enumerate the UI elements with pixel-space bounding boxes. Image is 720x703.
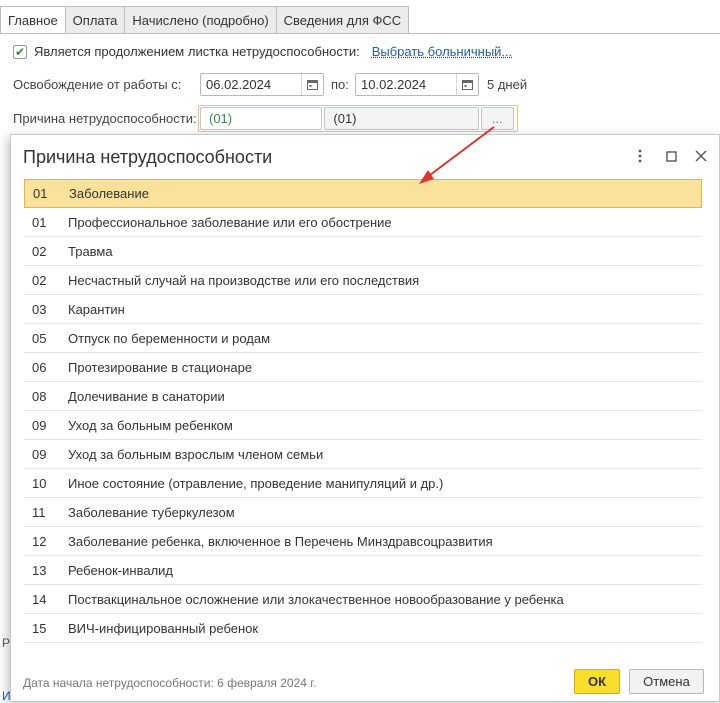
- continuation-label: Является продолжением листка нетрудоспос…: [34, 44, 360, 59]
- list-item[interactable]: 09 Уход за больным ребенком: [24, 411, 702, 440]
- item-code: 06: [32, 359, 47, 375]
- release-label: Освобождение от работы с:: [13, 77, 182, 92]
- item-name: ВИЧ-инфицированный ребенок: [68, 620, 259, 636]
- item-code: 08: [32, 388, 47, 404]
- list-item[interactable]: 13 Ребенок-инвалид: [24, 556, 702, 585]
- close-icon[interactable]: [690, 145, 712, 167]
- dialog-title: Причина нетрудоспособности: [23, 147, 273, 167]
- date-to-field[interactable]: 10.02.2024: [355, 73, 479, 96]
- reason-dialog: Причина нетрудоспособности 01 Заболевание…: [10, 134, 720, 702]
- item-code: 01: [32, 214, 47, 230]
- select-sick-link[interactable]: Выбрать больничный...: [372, 44, 513, 59]
- tab-accrued-detailed[interactable]: Начислено (подробно): [125, 6, 277, 34]
- item-name: Заболевание: [69, 186, 149, 201]
- edge-glyph-1: P: [2, 636, 11, 650]
- continuation-checkbox[interactable]: ✔: [13, 44, 27, 59]
- item-name: Поствакцинальное осложнение или злокачес…: [68, 591, 564, 607]
- item-name: Заболевание ребенка, включенное в Перече…: [68, 533, 493, 549]
- list-item[interactable]: 01 Профессиональное заболевание или его о…: [24, 208, 702, 237]
- to-label: по:: [331, 77, 349, 92]
- tab-fss-info[interactable]: Сведения для ФСС: [276, 6, 410, 34]
- days-count: 5 дней: [487, 77, 528, 92]
- item-code: 01: [33, 186, 48, 201]
- item-code: 14: [32, 591, 47, 607]
- maximize-icon[interactable]: [660, 145, 682, 167]
- item-code: 09: [32, 417, 47, 433]
- list-item[interactable]: 02 Несчастный случай на производстве или …: [24, 266, 702, 295]
- item-code: 09: [32, 446, 47, 462]
- tab-bar: Главное Оплата Начислено (подробно) Свед…: [0, 6, 410, 34]
- item-code: 10: [32, 475, 47, 491]
- item-name: Ребенок-инвалид: [68, 562, 174, 578]
- reason-more-button[interactable]: ...: [480, 107, 514, 130]
- list-item[interactable]: 10 Иное состояние (отравление, проведение…: [24, 469, 702, 498]
- item-name: Несчастный случай на производстве или ег…: [68, 272, 420, 288]
- item-name: Отпуск по беременности и родам: [68, 330, 271, 346]
- item-name: Иное состояние (отравление, проведение м…: [68, 475, 444, 491]
- item-name: Карантин: [68, 301, 125, 317]
- item-code: 02: [32, 243, 47, 259]
- list-item[interactable]: 15 ВИЧ-инфицированный ребенок: [24, 614, 702, 643]
- list-item[interactable]: 03 Карантин: [24, 295, 702, 324]
- list-item[interactable]: 05 Отпуск по беременности и родам: [24, 324, 702, 353]
- reason-list: 01 Заболевание 01 Профессиональное заболев…: [24, 179, 702, 643]
- reason-option-occupational[interactable]: (01) Профзаболевание: [324, 107, 479, 147]
- continuation-row: ✔ Является продолжением листка нетрудосп…: [13, 44, 512, 59]
- list-item[interactable]: 09 Уход за больным взрослым членом семьи: [24, 440, 702, 469]
- more-menu-icon[interactable]: [629, 145, 651, 167]
- item-name: Протезирование в стационаре: [68, 359, 253, 375]
- item-code: 02: [32, 272, 47, 288]
- reason-option-disease[interactable]: (01) Заболевание: [200, 107, 323, 147]
- item-code: 11: [32, 504, 46, 520]
- list-item[interactable]: 14 Поствакцинальное осложнение или злокач…: [24, 585, 702, 614]
- start-date-text: Дата начала нетрудоспособности: 6 феврал…: [23, 676, 317, 690]
- list-item[interactable]: 12 Заболевание ребенка, включенное в Пере…: [24, 527, 702, 556]
- item-name: Заболевание туберкулезом: [68, 504, 235, 520]
- item-name: Травма: [68, 243, 113, 259]
- date-to-value: 10.02.2024: [361, 77, 427, 92]
- calendar-icon[interactable]: [456, 74, 478, 95]
- item-code: 12: [32, 533, 47, 549]
- date-from-value: 06.02.2024: [206, 77, 272, 92]
- list-item[interactable]: 06 Протезирование в стационаре: [24, 353, 702, 382]
- item-name: Уход за больным взрослым членом семьи: [68, 446, 324, 462]
- reason-label: Причина нетрудоспособности:: [13, 111, 197, 126]
- list-item[interactable]: 08 Долечивание в санатории: [24, 382, 702, 411]
- item-name: Профессиональное заболевание или его обо…: [68, 214, 392, 230]
- list-item[interactable]: 02 Травма: [24, 237, 702, 266]
- item-name: Долечивание в санатории: [68, 388, 225, 404]
- reason-switch: (01) Заболевание (01) Профзаболевание ..…: [198, 105, 518, 147]
- tab-payment[interactable]: Оплата: [65, 6, 126, 34]
- list-item[interactable]: 11 Заболевание туберкулезом: [24, 498, 702, 527]
- item-code: 13: [32, 562, 47, 578]
- tab-divider: [0, 33, 720, 34]
- date-from-field[interactable]: 06.02.2024: [200, 73, 324, 96]
- ok-button[interactable]: ОК: [574, 669, 620, 694]
- item-code: 03: [32, 301, 47, 317]
- list-item[interactable]: 01 Заболевание: [24, 179, 702, 208]
- tab-main[interactable]: Главное: [0, 6, 66, 34]
- item-code: 05: [32, 330, 47, 346]
- item-code: 15: [32, 620, 47, 636]
- cancel-button[interactable]: Отмена: [629, 669, 704, 694]
- calendar-icon[interactable]: [301, 74, 323, 95]
- item-name: Уход за больным ребенком: [68, 417, 233, 433]
